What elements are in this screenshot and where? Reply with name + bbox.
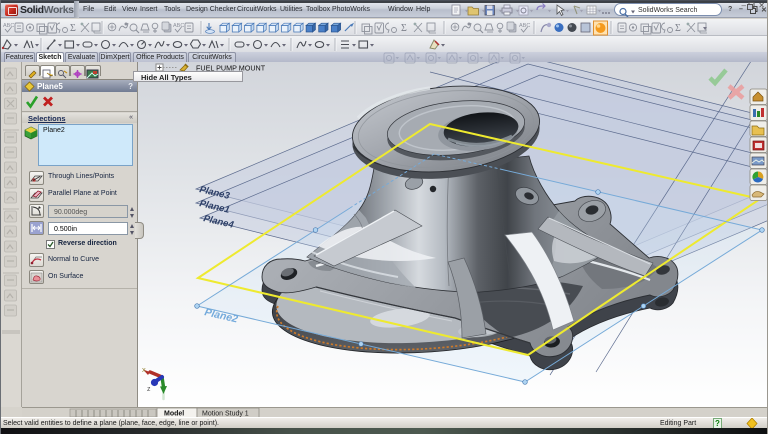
svg-text:ABC: ABC: [173, 23, 184, 29]
svg-text:Σ: Σ: [401, 23, 407, 34]
svg-text:ABC: ABC: [519, 23, 530, 29]
svg-text:Σ: Σ: [675, 23, 681, 34]
svg-text:ABC: ABC: [3, 23, 14, 29]
svg-text:z: z: [147, 386, 151, 393]
svg-text:x: x: [142, 365, 146, 374]
svg-text:Σ: Σ: [70, 23, 76, 34]
